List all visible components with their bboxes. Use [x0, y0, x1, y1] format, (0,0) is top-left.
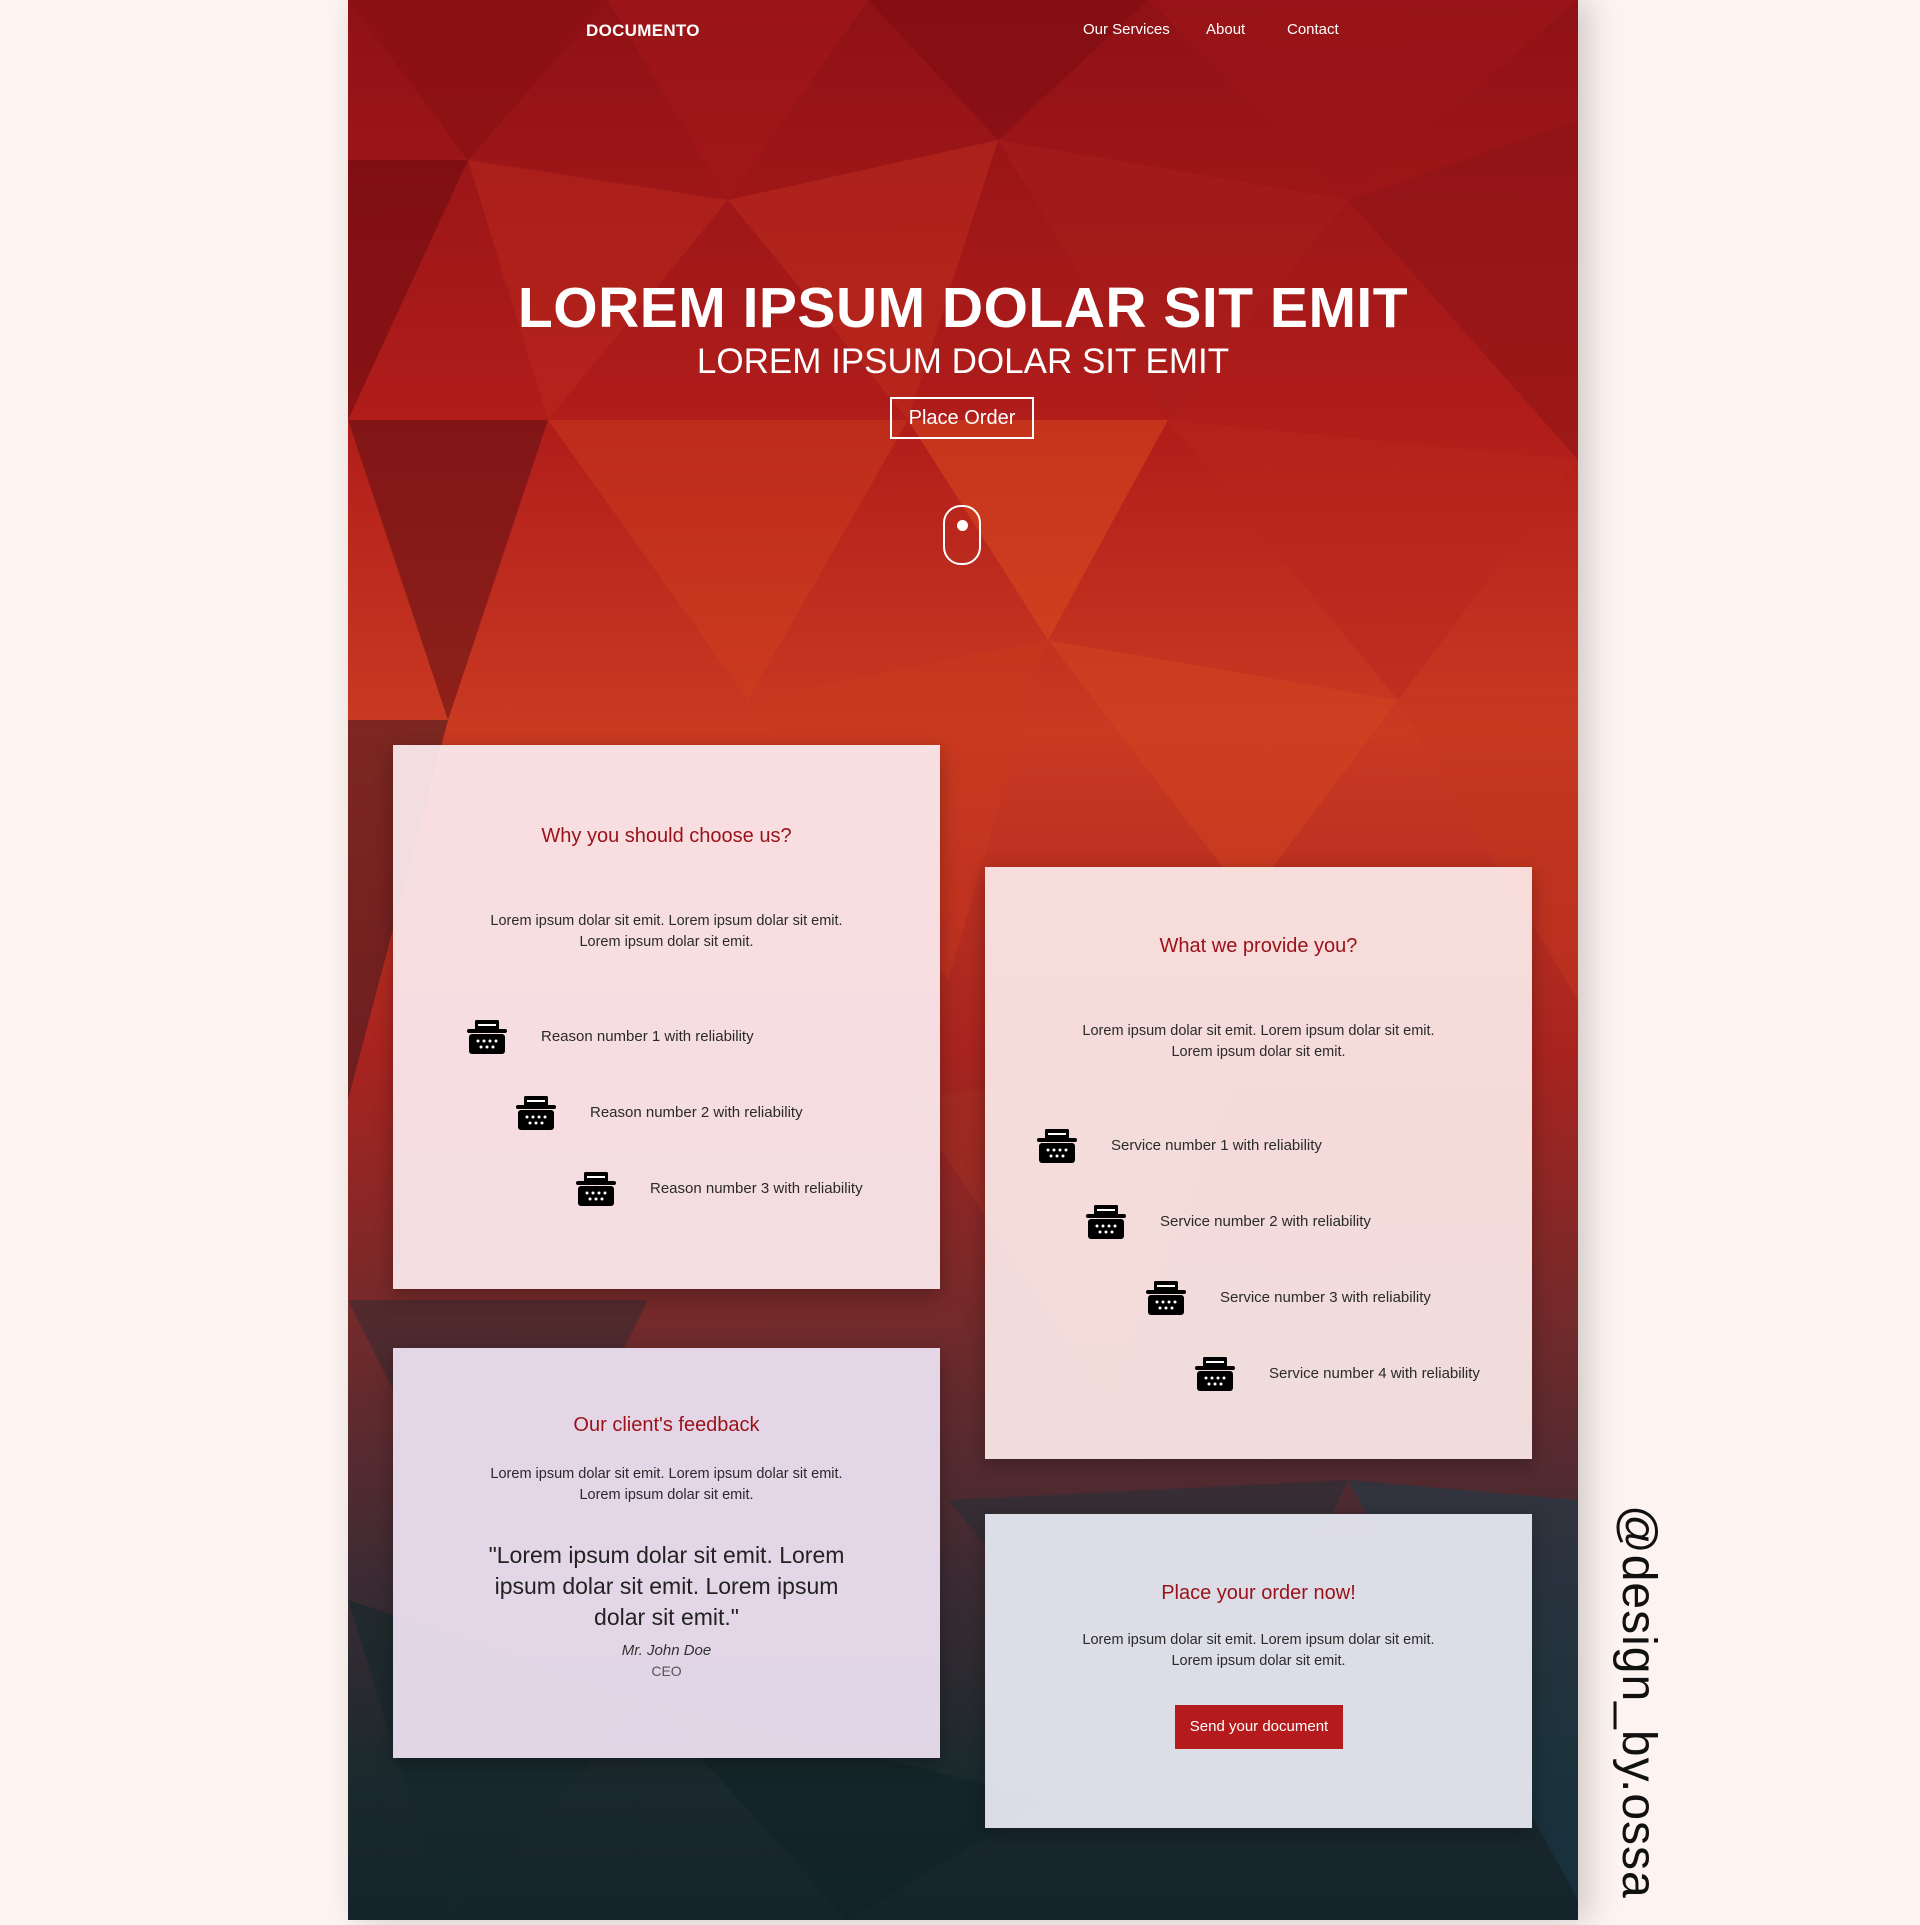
- typewriter-icon: [1086, 1205, 1126, 1239]
- service-label: Service number 2 with reliability: [1160, 1213, 1371, 1230]
- typewriter-icon: [576, 1172, 616, 1206]
- service-item: Service number 3 with reliability: [1144, 1276, 1514, 1320]
- typewriter-icon: [516, 1096, 556, 1130]
- reason-label: Reason number 1 with reliability: [541, 1028, 754, 1045]
- client-feedback-description: Lorem ipsum dolar sit emit. Lorem ipsum …: [490, 1466, 843, 1503]
- place-order-title: Place your order now!: [1161, 1582, 1356, 1604]
- mouse-scroll-icon[interactable]: [943, 505, 981, 565]
- what-we-provide-description: Lorem ipsum dolar sit emit. Lorem ipsum …: [1082, 1023, 1435, 1060]
- hero-title: LOREM IPSUM DOLAR SIT EMIT: [517, 276, 1409, 340]
- typewriter-icon: [1195, 1357, 1235, 1391]
- nav-link-our-services[interactable]: Our Services: [1083, 21, 1170, 38]
- place-order-description: Lorem ipsum dolar sit emit. Lorem ipsum …: [1082, 1632, 1435, 1669]
- send-document-button[interactable]: Send your document: [1175, 1705, 1343, 1749]
- reason-item: Reason number 1 with reliability: [465, 1015, 865, 1059]
- service-item: Service number 2 with reliability: [1084, 1200, 1484, 1244]
- place-order-button[interactable]: Place Order: [890, 397, 1034, 439]
- mouse-scroll-dot: [957, 520, 968, 531]
- designer-watermark: @design_by.ossa: [1612, 1505, 1665, 1899]
- site-logo[interactable]: DOCUMENTO: [586, 21, 700, 41]
- why-choose-us-title: Why you should choose us?: [541, 825, 792, 847]
- typewriter-icon: [1146, 1281, 1186, 1315]
- nav-link-contact[interactable]: Contact: [1287, 21, 1339, 38]
- service-label: Service number 4 with reliability: [1269, 1365, 1480, 1382]
- testimonial-role: CEO: [651, 1663, 682, 1679]
- landing-page: DOCUMENTO Our Services About Contact LOR…: [348, 0, 1578, 1920]
- place-order-card: Place your order now! Lorem ipsum dolar …: [985, 1514, 1532, 1828]
- hero-subtitle: LOREM IPSUM DOLAR SIT EMIT: [696, 342, 1230, 381]
- nav-link-about[interactable]: About: [1206, 21, 1245, 38]
- what-we-provide-title: What we provide you?: [1159, 935, 1358, 957]
- typewriter-icon: [467, 1020, 507, 1054]
- reason-item: Reason number 2 with reliability: [514, 1091, 914, 1135]
- testimonial-author: Mr. John Doe: [621, 1642, 712, 1659]
- service-label: Service number 1 with reliability: [1111, 1137, 1322, 1154]
- service-item: Service number 1 with reliability: [1035, 1124, 1435, 1168]
- why-choose-us-card: Why you should choose us? Lorem ipsum do…: [393, 745, 940, 1289]
- what-we-provide-card: What we provide you? Lorem ipsum dolar s…: [985, 867, 1532, 1459]
- typewriter-icon: [1037, 1129, 1077, 1163]
- service-label: Service number 3 with reliability: [1220, 1289, 1431, 1306]
- client-feedback-title: Our client's feedback: [573, 1414, 760, 1436]
- testimonial-quote: "Lorem ipsum dolar sit emit. Lorem ipsum…: [488, 1542, 845, 1630]
- reason-label: Reason number 2 with reliability: [590, 1104, 803, 1121]
- reason-item: Reason number 3 with reliability: [574, 1167, 934, 1211]
- top-navigation: DOCUMENTO Our Services About Contact: [348, 0, 1578, 62]
- reason-label: Reason number 3 with reliability: [650, 1180, 863, 1197]
- why-choose-us-description: Lorem ipsum dolar sit emit. Lorem ipsum …: [490, 913, 843, 950]
- client-feedback-card: Our client's feedback Lorem ipsum dolar …: [393, 1348, 940, 1758]
- service-item: Service number 4 with reliability: [1193, 1352, 1523, 1396]
